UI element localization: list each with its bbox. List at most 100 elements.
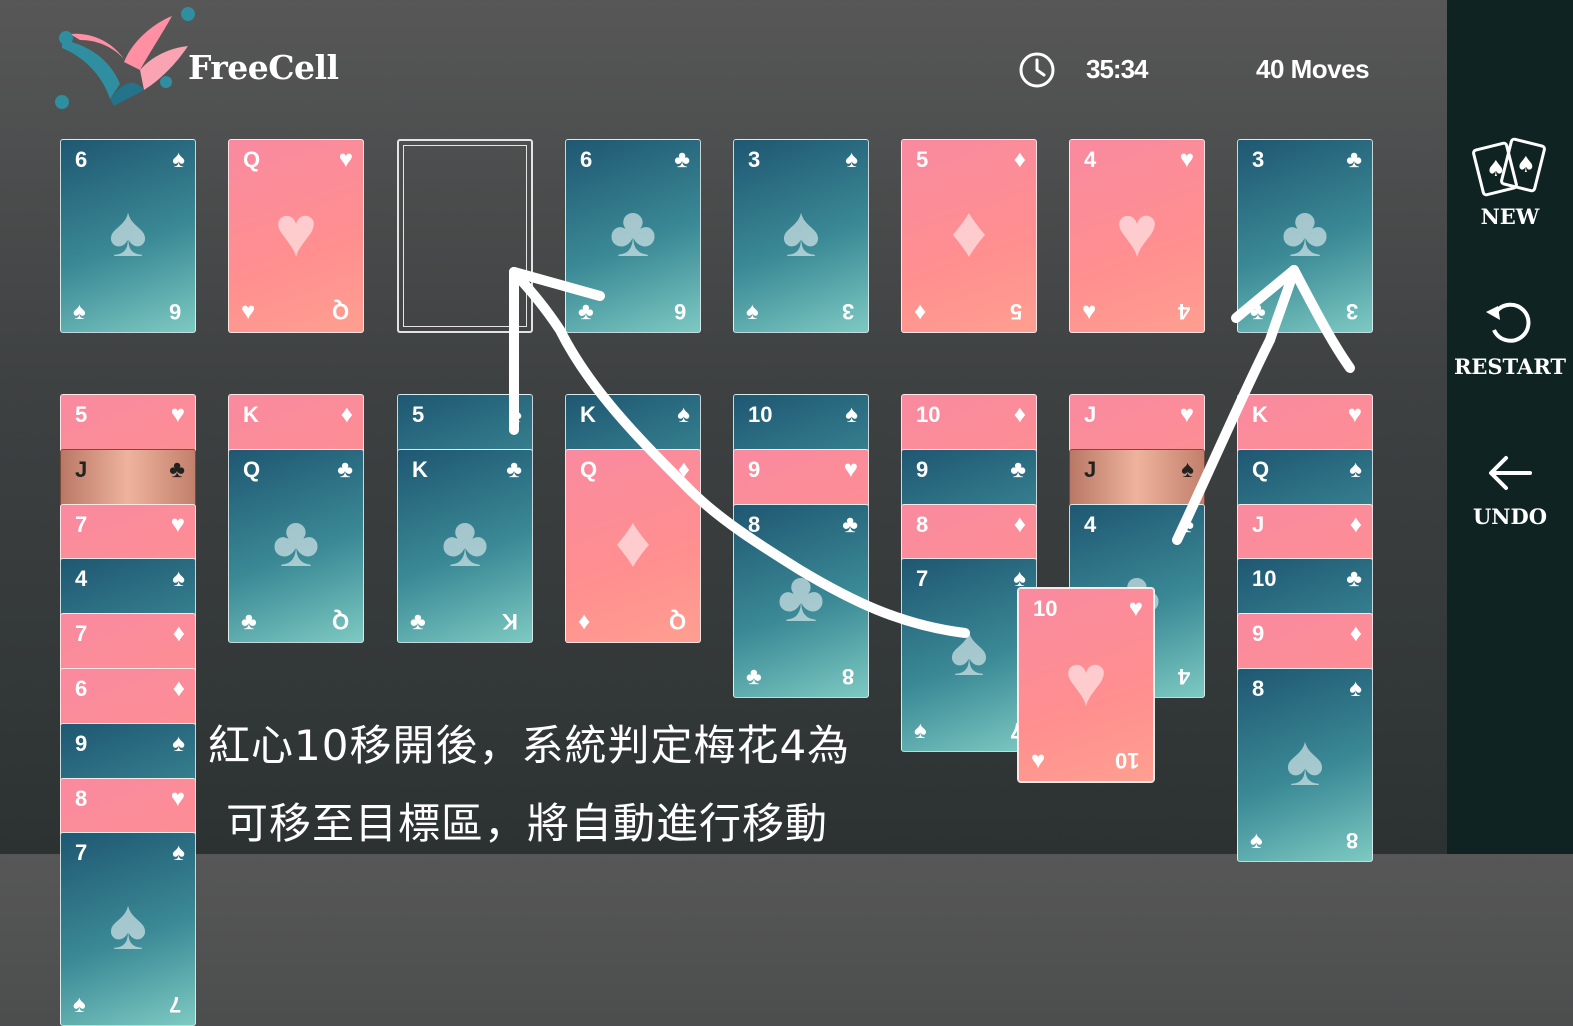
card-suit-icon: ♦ (677, 456, 690, 483)
clock-icon (1019, 52, 1055, 88)
card-rank-bottom: K (502, 609, 518, 634)
card-rank: 8 (1252, 676, 1265, 701)
tableau-card[interactable]: K ♣ ♣ K ♣ (397, 449, 533, 643)
free-cell-card[interactable]: 6 ♠ ♠ 6 ♠ (60, 139, 196, 333)
card-suit-icon: ♠ (1181, 456, 1194, 483)
card-suit-icon: ♦ (340, 401, 353, 428)
card-rank: J (75, 457, 88, 482)
card-rank: 8 (916, 512, 929, 537)
card-suit-bottom-icon: ♦ (578, 608, 591, 635)
tableau-card[interactable]: Q ♣ ♣ Q ♣ (228, 449, 364, 643)
restart-button[interactable]: RESTART (1447, 298, 1573, 379)
card-suit-bottom-icon: ♠ (1250, 827, 1263, 854)
card-center-suit-icon: ♥ (274, 192, 318, 272)
dragging-card[interactable]: 10 ♥ ♥ 10 ♥ (1018, 588, 1154, 782)
card-center-suit-icon: ♠ (1285, 721, 1325, 801)
new-game-button[interactable]: ♠ ♠ NEW (1447, 136, 1573, 229)
foundation-card[interactable]: 3 ♠ ♠ 3 ♠ (733, 139, 869, 333)
card-suit-bottom-icon: ♣ (241, 608, 257, 635)
card-rank: 7 (75, 621, 88, 646)
card-rank-bottom: 8 (841, 664, 854, 689)
card-suit-bottom-icon: ♣ (410, 608, 426, 635)
card-rank-bottom: 4 (1177, 299, 1190, 324)
card-suit-icon: ♥ (170, 785, 185, 812)
card-suit-icon: ♦ (1013, 146, 1026, 173)
arrow-left-icon (1489, 456, 1532, 490)
card-rank: 7 (75, 840, 88, 865)
card-rank-bottom: 6 (673, 299, 686, 324)
card-suit-icon: ♣ (337, 456, 353, 483)
free-cell-card[interactable]: 6 ♣ ♣ 6 ♣ (565, 139, 701, 333)
card-rank: K (580, 402, 596, 427)
card-suit-bottom-icon: ♣ (578, 298, 594, 325)
card-suit-icon: ♥ (1179, 401, 1194, 428)
card-suit-icon: ♥ (1179, 146, 1194, 173)
card-rank: 4 (1084, 512, 1097, 537)
card-rank-bottom: 6 (168, 299, 181, 324)
cards-icon: ♠ ♠ (1472, 137, 1546, 197)
card-rank: 8 (75, 786, 88, 811)
card-rank: 6 (580, 147, 593, 172)
free-cell-empty[interactable] (397, 139, 533, 333)
card-rank: 10 (1033, 596, 1058, 621)
foundation-card[interactable]: 3 ♣ ♣ 3 ♣ (1237, 139, 1373, 333)
card-rank: 9 (1252, 621, 1265, 646)
card-center-suit-icon: ♣ (777, 557, 825, 637)
tableau-card[interactable]: Q ♦ ♦ Q ♦ (565, 449, 701, 643)
card-suit-icon: ♦ (1349, 511, 1362, 538)
card-rank: 5 (75, 402, 88, 427)
card-rank-bottom: Q (331, 609, 349, 634)
card-rank-bottom: 5 (1009, 299, 1022, 324)
card-suit-bottom-icon: ♦ (914, 298, 927, 325)
card-rank: J (1252, 512, 1265, 537)
card-suit-icon: ♠ (172, 146, 185, 173)
card-rank-bottom: 10 (1114, 748, 1139, 773)
card-rank: K (1252, 402, 1268, 427)
card-suit-icon: ♥ (843, 456, 858, 483)
card-rank: 5 (412, 402, 425, 427)
tableau-card[interactable]: 7 ♠ ♠ 7 ♠ (901, 558, 1037, 752)
card-suit-icon: ♦ (1013, 401, 1026, 428)
card-rank: 6 (75, 147, 88, 172)
undo-label: UNDO (1472, 504, 1547, 529)
sidebar: ♠ ♠ NEW RESTART UNDO (1447, 0, 1573, 854)
undo-button[interactable]: UNDO (1447, 448, 1573, 529)
elapsed-time: 35:34 (1086, 54, 1148, 84)
free-cell-card[interactable]: Q ♥ ♥ Q ♥ (228, 139, 364, 333)
card-suit-icon: ♠ (509, 401, 522, 428)
card-rank: 10 (1252, 566, 1277, 591)
card-center-suit-icon: ♥ (1115, 192, 1159, 272)
card-rank: J (1084, 402, 1097, 427)
card-rank: 5 (916, 147, 929, 172)
card-rank-bottom: Q (331, 299, 349, 324)
card-suit-bottom-icon: ♥ (1082, 298, 1097, 325)
card-suit-icon: ♦ (1013, 511, 1026, 538)
card-center-suit-icon: ♦ (950, 192, 988, 272)
move-counter: 40 Moves (1256, 54, 1370, 84)
foundation-card[interactable]: 5 ♦ ♦ 5 ♦ (901, 139, 1037, 333)
card-center-suit-icon: ♣ (609, 192, 657, 272)
card-center-suit-icon: ♣ (441, 502, 489, 582)
card-suit-icon: ♣ (1346, 146, 1362, 173)
card-rank: 7 (75, 512, 88, 537)
tableau-card[interactable]: 8 ♣ ♣ 8 ♣ (733, 504, 869, 698)
card-rank: Q (243, 457, 261, 482)
card-suit-icon: ♣ (1346, 565, 1362, 592)
card-suit-bottom-icon: ♠ (746, 298, 759, 325)
card-center-suit-icon: ♠ (108, 192, 148, 272)
card-rank-bottom: 4 (1177, 664, 1190, 689)
card-rank: 10 (916, 402, 941, 427)
card-suit-icon: ♣ (842, 511, 858, 538)
card-suit-bottom-icon: ♠ (914, 717, 927, 744)
card-suit-icon: ♥ (170, 511, 185, 538)
card-rank: Q (580, 457, 598, 482)
card-suit-icon: ♣ (506, 456, 522, 483)
card-center-suit-icon: ♥ (1064, 641, 1108, 721)
card-center-suit-icon: ♣ (272, 502, 320, 582)
annotation-line-2: 可移至目標區，將自動進行移動 (226, 799, 829, 848)
tableau-card[interactable]: 8 ♠ ♠ 8 ♠ (1237, 668, 1373, 862)
foundation-card[interactable]: 4 ♥ ♥ 4 ♥ (1069, 139, 1205, 333)
card-rank: 3 (1252, 147, 1265, 172)
tableau-card[interactable]: 7 ♠ ♠ 7 ♠ (60, 832, 196, 1026)
card-rank: 4 (1084, 147, 1097, 172)
